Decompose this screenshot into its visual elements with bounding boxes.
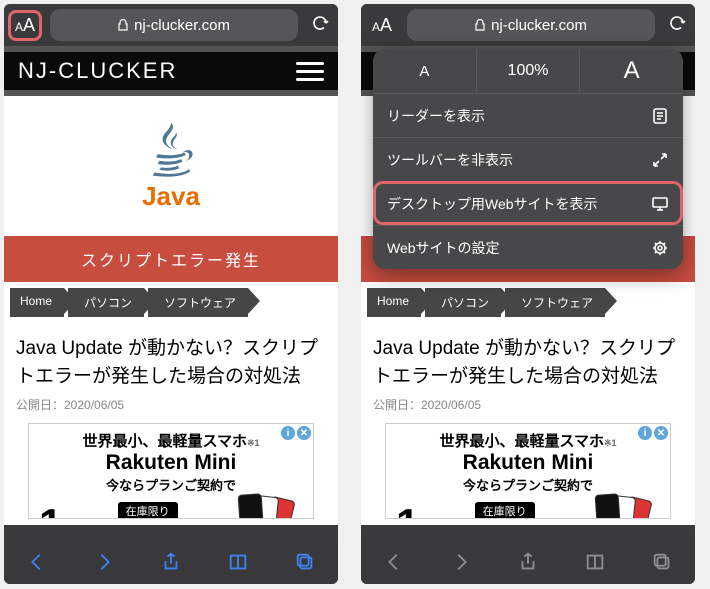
- lock-icon: [118, 19, 128, 31]
- ad-container: i✕ 世界最小、最軽量スマホ※1 Rakuten Mini 今ならプランご契約で…: [361, 417, 695, 525]
- aa-button[interactable]: AA: [367, 12, 397, 39]
- site-brand: NJ-CLUCKER: [18, 58, 177, 84]
- zoom-out-button[interactable]: A: [373, 49, 477, 93]
- crumb-2[interactable]: ソフトウェア: [505, 288, 605, 317]
- menu-hide-toolbar[interactable]: ツールバーを非表示: [373, 137, 683, 181]
- phone-graphic: [233, 496, 303, 519]
- forward-button[interactable]: [448, 549, 474, 575]
- url-host: nj-clucker.com: [491, 17, 587, 34]
- breadcrumb: Home パソコン ソフトウェア: [4, 282, 338, 327]
- crumb-1[interactable]: パソコン: [425, 288, 501, 317]
- zoom-in-button[interactable]: A: [580, 49, 683, 93]
- ad-close-icon[interactable]: ✕: [654, 426, 668, 440]
- bottom-toolbar: [361, 540, 695, 584]
- error-banner: スクリプトエラー発生: [4, 236, 338, 282]
- java-logo: Java: [141, 121, 201, 212]
- adchoices-icon[interactable]: i: [638, 426, 652, 440]
- gear-icon: [651, 239, 669, 257]
- ad[interactable]: i✕ 世界最小、最軽量スマホ※1 Rakuten Mini 今ならプランご契約で…: [385, 423, 671, 519]
- url-field[interactable]: nj-clucker.com: [50, 9, 298, 41]
- crumb-2[interactable]: ソフトウェア: [148, 288, 248, 317]
- breadcrumb: Home パソコン ソフトウェア: [361, 282, 695, 327]
- url-bar: AA nj-clucker.com: [361, 4, 695, 46]
- ad-close-icon[interactable]: ✕: [297, 426, 311, 440]
- hamburger-menu[interactable]: [296, 62, 324, 81]
- aa-button[interactable]: AA: [10, 12, 40, 39]
- java-logo-text: Java: [142, 181, 200, 212]
- lock-icon: [475, 19, 485, 31]
- menu-request-desktop-site[interactable]: デスクトップ用Webサイトを表示: [373, 181, 683, 225]
- tabs-button[interactable]: [649, 549, 675, 575]
- article-meta: 公開日：2020/06/05: [373, 396, 683, 413]
- crumb-home[interactable]: Home: [367, 288, 421, 317]
- bookmarks-button[interactable]: [582, 549, 608, 575]
- reload-button[interactable]: [308, 13, 332, 38]
- zoom-percentage: 100%: [477, 49, 581, 93]
- screenshot-left: AA nj-clucker.com NJ-CLUCKER Java スクリプトエ…: [4, 4, 338, 584]
- hero-image: Java: [4, 96, 338, 236]
- back-button[interactable]: [381, 549, 407, 575]
- screenshot-right: AA nj-clucker.com A 100% A リーダーを表示 ツールバー…: [361, 4, 695, 584]
- expand-icon: [651, 151, 669, 169]
- adchoices-icon[interactable]: i: [281, 426, 295, 440]
- menu-show-reader[interactable]: リーダーを表示: [373, 93, 683, 137]
- article: Java Update が動かない？スクリプトエラーが発生した場合の対処法 公開…: [361, 327, 695, 417]
- ad[interactable]: i✕ 世界最小、最軽量スマホ※1 Rakuten Mini 今ならプランご契約で…: [28, 423, 314, 519]
- forward-button[interactable]: [91, 549, 117, 575]
- site-header: NJ-CLUCKER: [4, 46, 338, 96]
- phone-graphic: [590, 496, 660, 519]
- crumb-1[interactable]: パソコン: [68, 288, 144, 317]
- url-host: nj-clucker.com: [134, 17, 230, 34]
- reload-button[interactable]: [665, 13, 689, 38]
- url-field[interactable]: nj-clucker.com: [407, 9, 655, 41]
- back-button[interactable]: [24, 549, 50, 575]
- crumb-home[interactable]: Home: [10, 288, 64, 317]
- desktop-icon: [651, 195, 669, 213]
- tabs-button[interactable]: [292, 549, 318, 575]
- article: Java Update が動かない？スクリプトエラーが発生した場合の対処法 公開…: [4, 327, 338, 417]
- ad-container: i✕ 世界最小、最軽量スマホ※1 Rakuten Mini 今ならプランご契約で…: [4, 417, 338, 525]
- article-meta: 公開日：2020/06/05: [16, 396, 326, 413]
- share-button[interactable]: [515, 549, 541, 575]
- url-bar: AA nj-clucker.com: [4, 4, 338, 46]
- article-title: Java Update が動かない？スクリプトエラーが発生した場合の対処法: [16, 335, 326, 390]
- bookmarks-button[interactable]: [225, 549, 251, 575]
- zoom-row: A 100% A: [373, 49, 683, 93]
- bottom-toolbar: [4, 540, 338, 584]
- menu-website-settings[interactable]: Webサイトの設定: [373, 225, 683, 269]
- aa-menu: A 100% A リーダーを表示 ツールバーを非表示 デスクトップ用Webサイト…: [373, 49, 683, 269]
- reader-icon: [651, 107, 669, 125]
- article-title: Java Update が動かない？スクリプトエラーが発生した場合の対処法: [373, 335, 683, 390]
- share-button[interactable]: [158, 549, 184, 575]
